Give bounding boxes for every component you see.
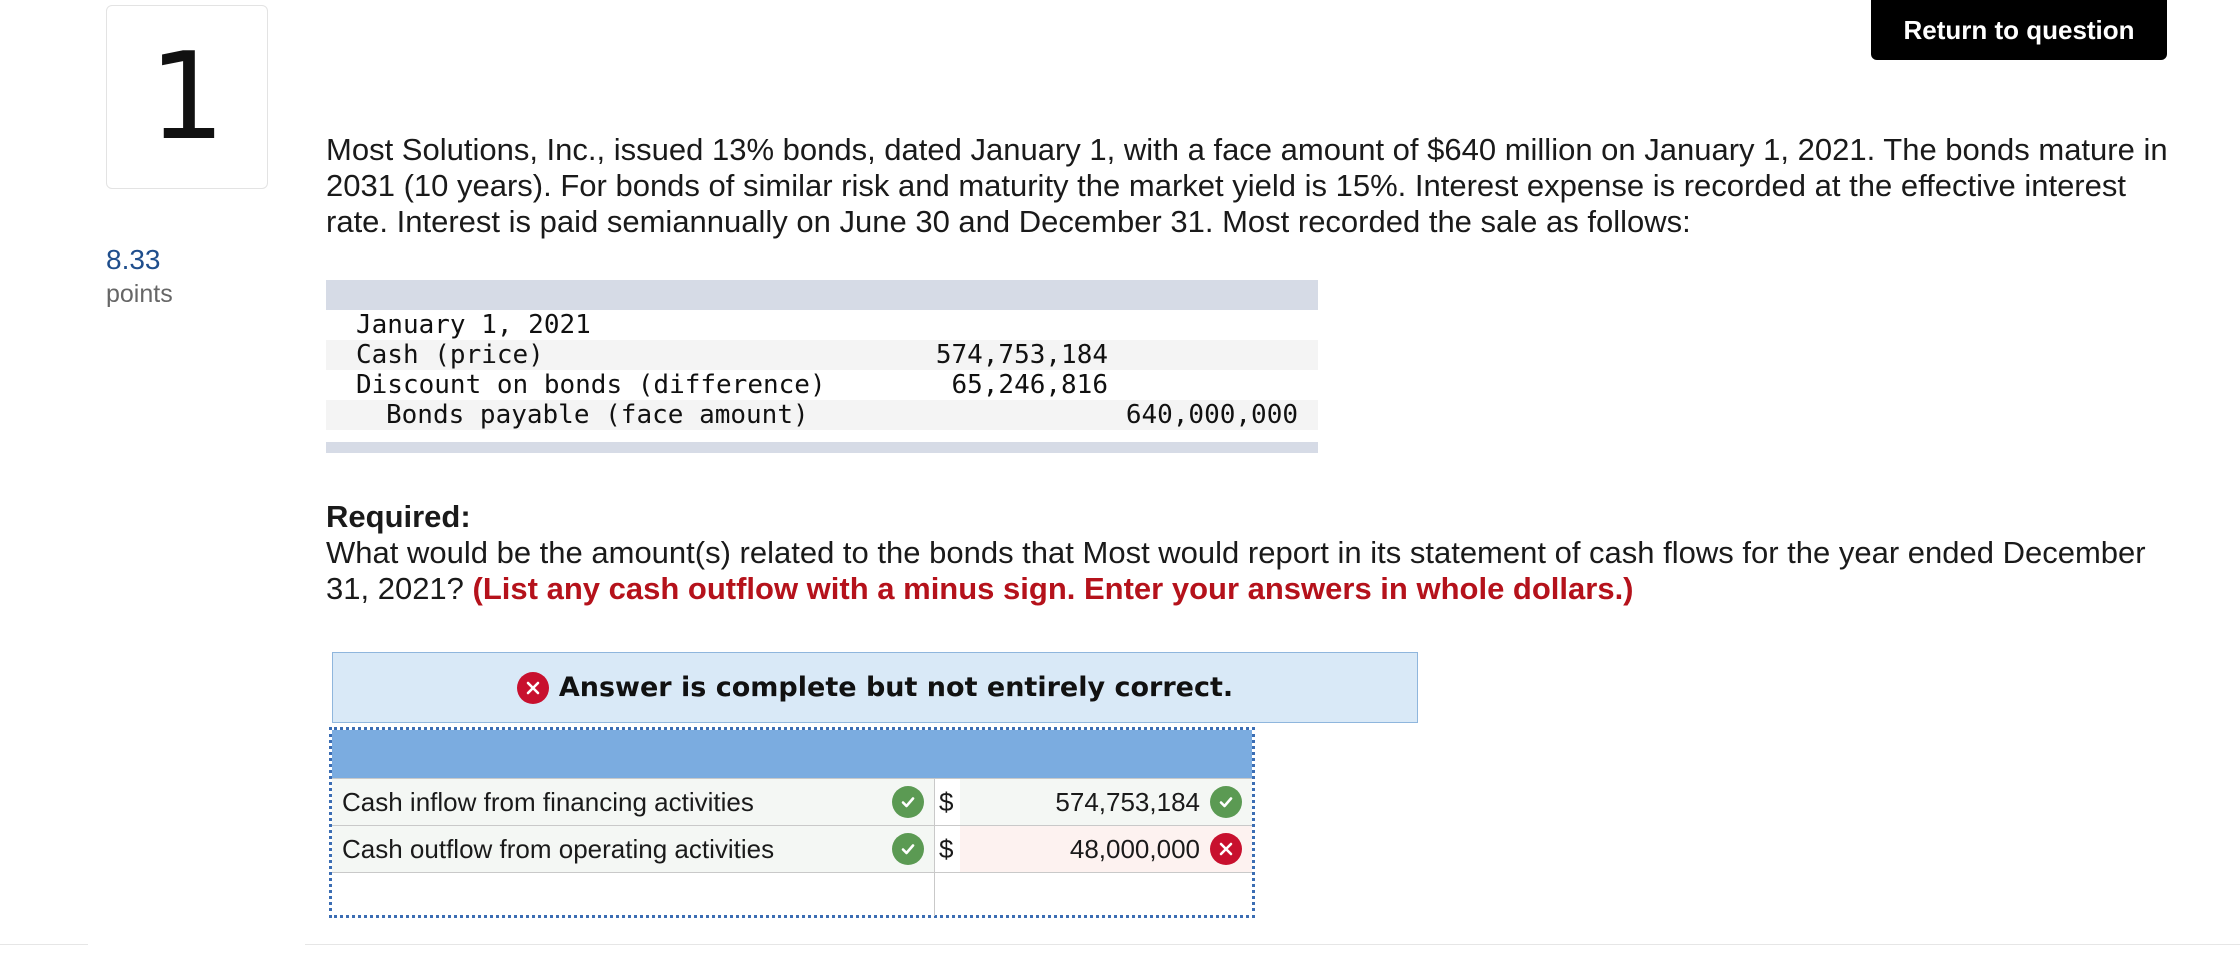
- answer-label-field[interactable]: Cash inflow from financing activities: [332, 779, 934, 825]
- table-row: Cash inflow from financing activities $ …: [332, 778, 1252, 825]
- required-instruction: (List any cash outflow with a minus sign…: [472, 571, 1634, 606]
- journal-row-desc: Discount on bonds (difference): [356, 370, 826, 400]
- journal-row: Discount on bonds (difference) 65,246,81…: [326, 370, 1318, 400]
- journal-row: Bonds payable (face amount) 640,000,000: [326, 400, 1318, 430]
- journal-row-credit: 640,000,000: [1125, 400, 1298, 430]
- check-icon: [892, 833, 924, 865]
- journal-date: January 1, 2021: [356, 310, 591, 340]
- journal-footer-bar: [326, 442, 1318, 453]
- journal-row-desc: Bonds payable (face amount): [386, 400, 809, 430]
- answer-status-banner: Answer is complete but not entirely corr…: [332, 652, 1418, 723]
- currency-symbol: $: [934, 826, 960, 872]
- table-row: Cash outflow from operating activities $…: [332, 825, 1252, 872]
- journal-header-bar: [326, 280, 1318, 310]
- x-circle-icon: [1210, 833, 1242, 865]
- answer-label-text: Cash outflow from operating activities: [342, 834, 775, 864]
- divider: [0, 944, 88, 945]
- required-heading: Required:: [326, 499, 471, 534]
- check-icon: [892, 786, 924, 818]
- question-intro-text: Most Solutions, Inc., issued 13% bonds, …: [326, 132, 2168, 239]
- journal-row-debit: 65,246,816: [951, 370, 1108, 400]
- journal-row: Cash (price) 574,753,184: [326, 340, 1318, 370]
- answer-status-text: Answer is complete but not entirely corr…: [558, 672, 1234, 703]
- check-icon: [1210, 786, 1242, 818]
- column-divider: [934, 873, 935, 916]
- question-number: 1: [106, 5, 268, 189]
- required-text: What would be the amount(s) related to t…: [326, 535, 2186, 607]
- journal-date-row: January 1, 2021: [326, 310, 1318, 340]
- x-circle-icon: [516, 671, 549, 704]
- answer-amount-value: 48,000,000: [1069, 834, 1200, 864]
- points-value: 8.33: [106, 244, 161, 275]
- currency-symbol: $: [934, 779, 960, 825]
- answer-amount-field[interactable]: 574,753,184: [960, 779, 1252, 825]
- journal-entry: January 1, 2021 Cash (price) 574,753,184…: [326, 280, 1318, 453]
- divider: [305, 944, 2240, 945]
- answer-table: Cash inflow from financing activities $ …: [329, 727, 1255, 918]
- answer-table-header: [332, 730, 1252, 778]
- journal-row-debit: 574,753,184: [935, 340, 1108, 370]
- answer-label-field[interactable]: Cash outflow from operating activities: [332, 826, 934, 872]
- answer-amount-field[interactable]: 48,000,000: [960, 826, 1252, 872]
- answer-label-text: Cash inflow from financing activities: [342, 787, 754, 817]
- answer-amount-value: 574,753,184: [1055, 787, 1200, 817]
- return-to-question-button[interactable]: Return to question: [1871, 0, 2167, 60]
- points-label: points: [106, 280, 173, 308]
- journal-row-desc: Cash (price): [356, 340, 544, 370]
- table-row-empty: [332, 872, 1252, 916]
